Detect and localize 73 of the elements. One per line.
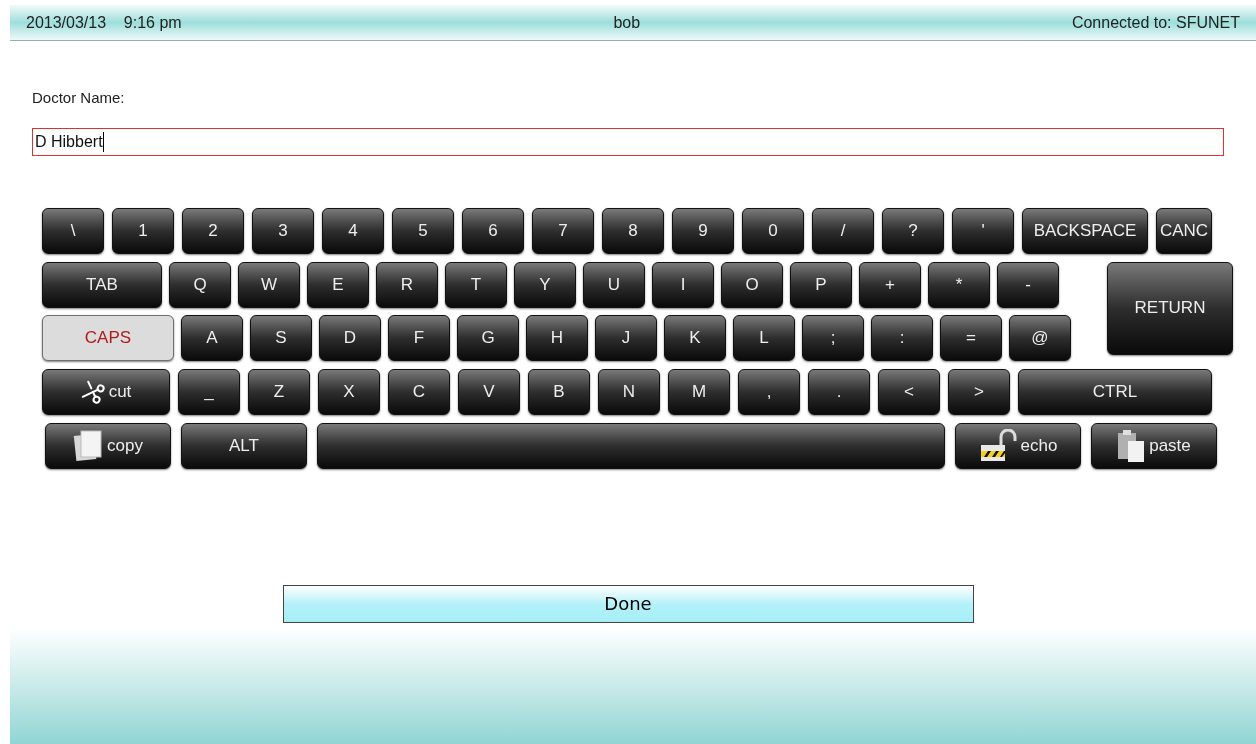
keyboard-key[interactable]: 4	[322, 207, 384, 254]
user-name: bob	[613, 12, 641, 33]
keyboard-key[interactable]: ALT	[181, 422, 307, 469]
keyboard-key[interactable]: S	[250, 314, 312, 361]
keyboard-key[interactable]: 9	[672, 207, 734, 254]
keyboard-key[interactable]: CANC	[1156, 207, 1212, 254]
keyboard-key[interactable]: Q	[169, 261, 231, 308]
keyboard-key[interactable]: 2	[182, 207, 244, 254]
keyboard-key[interactable]: /	[812, 207, 874, 254]
keyboard-key[interactable]: D	[319, 314, 381, 361]
keyboard-key[interactable]: -	[997, 261, 1059, 308]
keyboard-key[interactable]: G	[457, 314, 519, 361]
keyboard-key[interactable]: N	[598, 368, 660, 415]
pages-icon	[73, 429, 104, 462]
keyboard-key[interactable]: paste	[1091, 422, 1217, 469]
keyboard-key[interactable]: O	[721, 261, 783, 308]
keyboard-key[interactable]: copy	[45, 422, 171, 469]
padlock-icon	[978, 428, 1017, 463]
keyboard-key[interactable]: 3	[252, 207, 314, 254]
keyboard-key[interactable]: H	[526, 314, 588, 361]
keyboard-key[interactable]: 6	[462, 207, 524, 254]
keyboard-key[interactable]: RETURN	[1107, 261, 1233, 355]
keyboard-key[interactable]: 5	[392, 207, 454, 254]
keyboard-key[interactable]: \	[42, 207, 104, 254]
keyboard-key[interactable]: 7	[532, 207, 594, 254]
keyboard-key[interactable]: +	[859, 261, 921, 308]
keyboard-key[interactable]: BACKSPACE	[1022, 207, 1148, 254]
keyboard-key[interactable]: Z	[248, 368, 310, 415]
keyboard-key[interactable]: E	[307, 261, 369, 308]
keyboard-key[interactable]: Y	[514, 261, 576, 308]
connection-status: Connected to: SFUNET	[1071, 12, 1240, 33]
keyboard-key[interactable]: ?	[882, 207, 944, 254]
keyboard-key[interactable]: CAPS	[42, 314, 174, 361]
keyboard-key[interactable]: *	[928, 261, 990, 308]
keyboard-key[interactable]: _	[178, 368, 240, 415]
keyboard-key[interactable]: echo	[955, 422, 1081, 469]
keyboard-key[interactable]: 1	[112, 207, 174, 254]
keyboard-key[interactable]: I	[652, 261, 714, 308]
keyboard-key[interactable]: K	[664, 314, 726, 361]
keyboard-key[interactable]: F	[388, 314, 450, 361]
keyboard-key[interactable]: X	[318, 368, 380, 415]
keyboard-key[interactable]: =	[940, 314, 1002, 361]
input-field[interactable]: D Hibbert	[32, 127, 1224, 156]
keyboard-key[interactable]: cut	[42, 368, 170, 415]
keyboard-key[interactable]: ;	[802, 314, 864, 361]
keyboard-key[interactable]: '	[952, 207, 1014, 254]
clipboard-icon	[1117, 428, 1146, 463]
field-label: Doctor Name:	[32, 88, 126, 108]
keyboard-key[interactable]: TAB	[42, 261, 162, 308]
keyboard-key[interactable]: W	[238, 261, 300, 308]
keyboard-key[interactable]: U	[583, 261, 645, 308]
space-key[interactable]	[317, 422, 945, 469]
keyboard-key[interactable]: M	[668, 368, 730, 415]
keyboard-key[interactable]: 0	[742, 207, 804, 254]
keyboard-key[interactable]: ,	[738, 368, 800, 415]
keyboard-key[interactable]: @	[1009, 314, 1071, 361]
date-time: 2013/03/13 9:16 pm	[26, 12, 182, 33]
keyboard-key[interactable]: >	[948, 368, 1010, 415]
keyboard-key[interactable]: C	[388, 368, 450, 415]
keyboard-key[interactable]: T	[445, 261, 507, 308]
keyboard-key[interactable]: P	[790, 261, 852, 308]
keyboard-key[interactable]: :	[871, 314, 933, 361]
keyboard-key[interactable]: R	[376, 261, 438, 308]
keyboard-key[interactable]: <	[878, 368, 940, 415]
keyboard-key[interactable]: CTRL	[1018, 368, 1212, 415]
keyboard-key[interactable]: A	[181, 314, 243, 361]
done-button[interactable]: Done	[282, 584, 974, 623]
keyboard-key[interactable]: L	[733, 314, 795, 361]
keyboard-key[interactable]: V	[458, 368, 520, 415]
keyboard-key[interactable]: 8	[602, 207, 664, 254]
keyboard-key[interactable]: .	[808, 368, 870, 415]
keyboard-key[interactable]: B	[528, 368, 590, 415]
keyboard-key[interactable]: J	[595, 314, 657, 361]
